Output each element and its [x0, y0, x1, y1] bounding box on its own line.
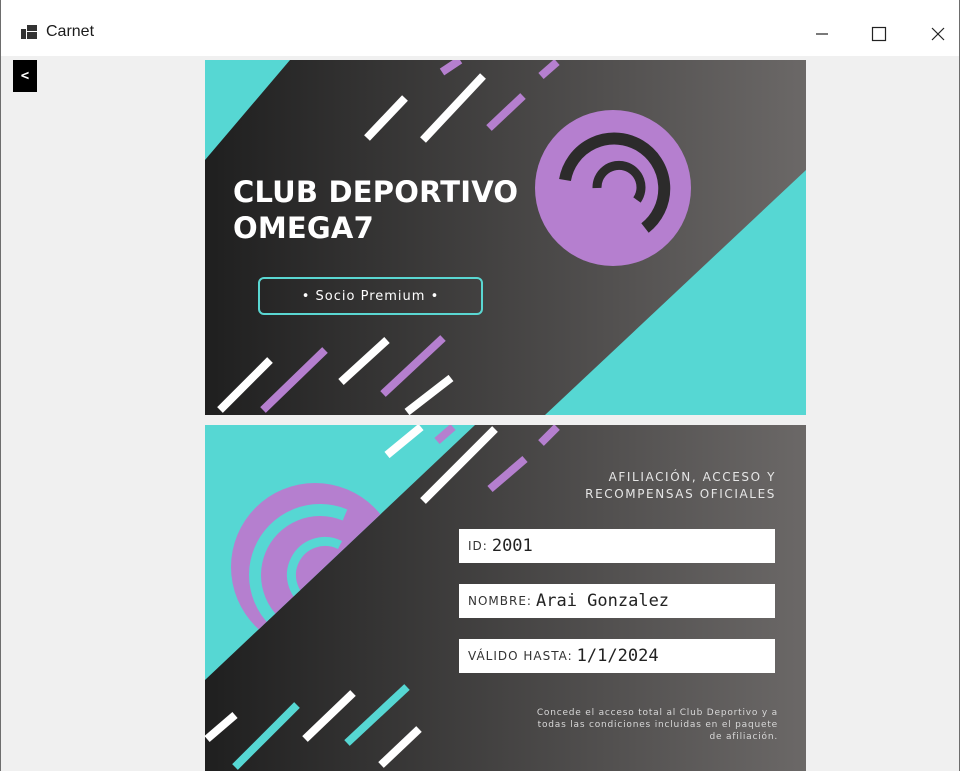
- club-title-line2: OMEGA7: [233, 211, 374, 245]
- membership-note-line3: de afiliación.: [709, 732, 778, 742]
- maximize-icon: [871, 26, 887, 42]
- valid-until-label: VÁLIDO HASTA:: [468, 649, 573, 663]
- minimize-button[interactable]: [799, 14, 845, 54]
- client-area: < CLUB DEPORTIVO OMEGA7 • Socio Premium …: [1, 56, 959, 771]
- purple-swirl-logo: [535, 110, 691, 266]
- close-icon: [931, 27, 945, 41]
- window: Carnet < CLUB DEPORTIVO OMEGA7 • Socio P…: [0, 0, 960, 771]
- id-field: ID: 2001: [459, 529, 775, 563]
- valid-until-value: 1/1/2024: [576, 646, 659, 666]
- membership-note-line2: todas las condiciones incluidas en el pa…: [537, 720, 778, 730]
- window-title: Carnet: [46, 23, 95, 40]
- card-front: CLUB DEPORTIVO OMEGA7 • Socio Premium •: [205, 60, 806, 415]
- membership-badge: • Socio Premium •: [258, 277, 483, 315]
- name-value: Arai Gonzalez: [535, 591, 670, 611]
- membership-note: Concede el acceso total al Club Deportiv…: [458, 707, 778, 743]
- membership-note-line1: Concede el acceso total al Club Deportiv…: [536, 708, 778, 718]
- back-button[interactable]: <: [13, 60, 37, 92]
- affiliation-heading-line2: RECOMPENSAS OFICIALES: [585, 487, 776, 501]
- club-title-line1: CLUB DEPORTIVO: [233, 175, 519, 209]
- club-title: CLUB DEPORTIVO OMEGA7: [233, 174, 518, 246]
- maximize-button[interactable]: [856, 14, 902, 54]
- affiliation-heading-line1: AFILIACIÓN, ACCESO Y: [608, 470, 776, 484]
- name-field: NOMBRE: Arai Gonzalez: [459, 584, 775, 618]
- name-label: NOMBRE:: [468, 594, 532, 608]
- minimize-icon: [816, 33, 828, 35]
- id-label: ID:: [468, 539, 488, 553]
- card-back: AFILIACIÓN, ACCESO Y RECOMPENSAS OFICIAL…: [205, 425, 806, 771]
- title-bar[interactable]: Carnet: [1, 0, 959, 56]
- id-value: 2001: [491, 536, 533, 556]
- close-button[interactable]: [915, 14, 960, 54]
- app-icon: [21, 25, 37, 39]
- valid-until-field: VÁLIDO HASTA: 1/1/2024: [459, 639, 775, 673]
- affiliation-heading: AFILIACIÓN, ACCESO Y RECOMPENSAS OFICIAL…: [585, 469, 776, 503]
